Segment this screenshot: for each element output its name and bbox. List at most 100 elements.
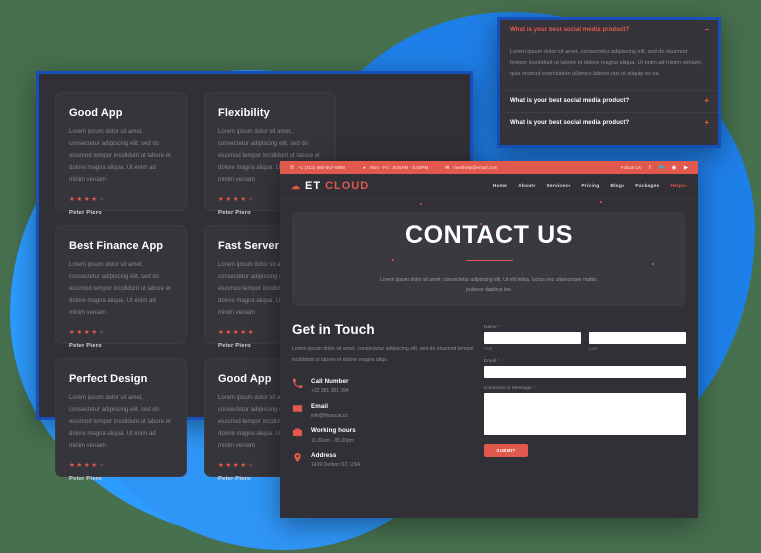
decor-dot: [480, 223, 482, 225]
cloud-icon: ☁: [291, 180, 301, 191]
card-title: Best Finance App: [69, 240, 164, 252]
name-row: First Last: [484, 332, 686, 351]
email-block: Email *: [484, 358, 686, 378]
star-rating-icon: ★★★★★: [69, 329, 107, 336]
card-text: Lorem ipsum dolor sit amet, consectetur …: [69, 262, 171, 316]
email-input[interactable]: [484, 366, 686, 378]
faq-question[interactable]: What is your best social media product?: [510, 120, 708, 127]
email-field-label: Email *: [484, 358, 500, 363]
faq-expand-icon[interactable]: +: [704, 119, 709, 127]
card-author: Peter Piero: [69, 475, 102, 482]
testimonial-card[interactable]: Good App Lorem ipsum dolor sit amet, con…: [55, 92, 187, 216]
nav-item-pricing[interactable]: Pricing: [581, 184, 599, 189]
brand-name-first: ET: [305, 180, 322, 192]
topbar-phone[interactable]: ✆ +1 (212) 880-567-8890: [289, 165, 345, 171]
hero-banner: CONTACT US Lorem ipsum dolor sit amet, c…: [292, 212, 686, 306]
contact-label: Email: [311, 402, 329, 410]
envelope-icon: [292, 403, 303, 414]
twitter-icon[interactable]: 🐦: [659, 165, 666, 171]
phone-icon: ✆: [289, 164, 295, 171]
chevron-down-icon: ▾: [568, 183, 571, 188]
card-text: Lorem ipsum dolor sit amet, consectetur …: [69, 395, 171, 449]
star-rating-icon: ★★★★★: [69, 462, 107, 469]
faq-answer: Lorem ipsum dolor sit amet, consectetur …: [510, 49, 703, 77]
first-name-sublabel: First: [484, 346, 493, 351]
facebook-icon[interactable]: f: [647, 165, 653, 171]
decor-dot: [392, 259, 394, 261]
follow-us-label: Follow Us: [620, 165, 641, 170]
section-title: Get in Touch: [292, 322, 375, 337]
contact-value: info@financia.co: [311, 412, 349, 419]
faq-question[interactable]: What is your best social media product?: [510, 27, 708, 34]
nav-item-services[interactable]: Services▾: [546, 183, 570, 189]
clock-icon: [292, 427, 303, 438]
card-author: Peter Piero: [69, 209, 102, 216]
contact-call-number: Call Number +32 381 381 394: [292, 378, 474, 395]
site-navbar: ☁ ET CLOUD Home About▾ Services▾ Pricing…: [280, 174, 698, 199]
faq-collapse-icon[interactable]: −: [704, 26, 709, 34]
contact-value: 11.00am - 05.00pm: [311, 437, 354, 444]
first-name-input[interactable]: [484, 332, 581, 344]
title-underline: [465, 259, 513, 262]
get-in-touch-section: Get in Touch Lorem ipsum dolor sit amet,…: [280, 306, 698, 477]
message-textarea[interactable]: [484, 393, 686, 435]
instagram-icon[interactable]: ◉: [671, 165, 677, 171]
submit-button[interactable]: SUBMIT: [484, 444, 528, 457]
page-title: CONTACT US: [404, 220, 574, 249]
name-field-label: Name *: [484, 324, 501, 329]
faq-question[interactable]: What is your best social media product?: [510, 98, 708, 105]
hero-subtitle: Lorem ipsum dolor sit amet, consectetur …: [380, 277, 598, 294]
decor-dot: [420, 203, 422, 205]
topbar-email-text: needhelp@email.com: [453, 165, 498, 170]
required-mark: *: [497, 358, 500, 363]
card-title: Perfect Design: [69, 373, 148, 385]
envelope-icon: ✉: [445, 164, 450, 171]
decor-dot: [652, 263, 654, 265]
topbar-hours: ◕ Mon - Fri : 8:00AM - 5:00PM: [361, 164, 429, 171]
faq-expand-icon[interactable]: +: [704, 96, 709, 105]
section-text: Lorem ipsum dolor sit amet, consectetur …: [292, 346, 474, 363]
nav-item-packages[interactable]: Packages: [635, 184, 659, 189]
card-author: Peter Piero: [69, 342, 102, 349]
nav-item-about[interactable]: About▾: [518, 183, 535, 189]
topbar-social: Follow Us f 🐦 ◉ ▶: [621, 165, 689, 171]
site-topbar: ✆ +1 (212) 880-567-8890 ◕ Mon - Fri : 8:…: [280, 161, 698, 174]
chevron-down-icon: ▾: [533, 183, 536, 188]
phone-icon: [292, 378, 303, 389]
card-title: Good App: [69, 107, 123, 119]
nav-item-home[interactable]: Home: [493, 184, 507, 189]
topbar-phone-text: +1 (212) 880-567-8890: [298, 165, 346, 170]
chevron-down-icon: ▾: [622, 183, 625, 188]
website-preview-panel: ✆ +1 (212) 880-567-8890 ◕ Mon - Fri : 8:…: [280, 161, 698, 518]
message-block: Comment or Message *: [484, 385, 686, 435]
last-name-input[interactable]: [589, 332, 686, 344]
contact-form: Name * First Last Email * Comment or Mes…: [484, 322, 686, 477]
hero-section: CONTACT US Lorem ipsum dolor sit amet, c…: [280, 199, 698, 306]
faq-item[interactable]: What is your best social media product? …: [500, 113, 718, 134]
contact-email: Email info@financia.co: [292, 403, 474, 420]
card-text: Lorem ipsum dolor sit amet, consectetur …: [69, 129, 171, 183]
site-logo[interactable]: ☁ ET CLOUD: [291, 180, 369, 192]
last-name-sublabel: Last: [589, 346, 597, 351]
topbar-email[interactable]: ✉ needhelp@email.com: [444, 165, 497, 171]
star-rating-icon: ★★★★★: [69, 196, 107, 203]
testimonial-card[interactable]: Perfect Design Lorem ipsum dolor sit ame…: [55, 358, 187, 482]
faq-item[interactable]: What is your best social media product? …: [500, 91, 718, 112]
nav-item-helps[interactable]: Helps▾: [670, 183, 687, 189]
faq-panel: What is your best social media product? …: [497, 17, 721, 148]
nav-item-blog[interactable]: Blog▾: [610, 183, 624, 189]
testimonial-card[interactable]: Best Finance App Lorem ipsum dolor sit a…: [55, 225, 187, 349]
contact-value: +32 381 381 394: [311, 388, 349, 395]
brand-name-second: CLOUD: [325, 180, 370, 192]
clock-icon: ◕: [362, 164, 366, 171]
youtube-icon[interactable]: ▶: [683, 165, 689, 171]
card-title: Flexibility: [218, 107, 270, 119]
faq-item[interactable]: What is your best social media product? …: [500, 20, 718, 41]
contact-label: Address: [311, 452, 337, 459]
required-mark: *: [533, 385, 536, 390]
message-field-label: Comment or Message *: [484, 385, 536, 390]
decor-dot: [600, 201, 602, 203]
map-marker-icon: [292, 452, 303, 463]
required-mark: *: [498, 324, 501, 329]
contact-value: 1439 Derbon ST, USA: [311, 462, 361, 469]
